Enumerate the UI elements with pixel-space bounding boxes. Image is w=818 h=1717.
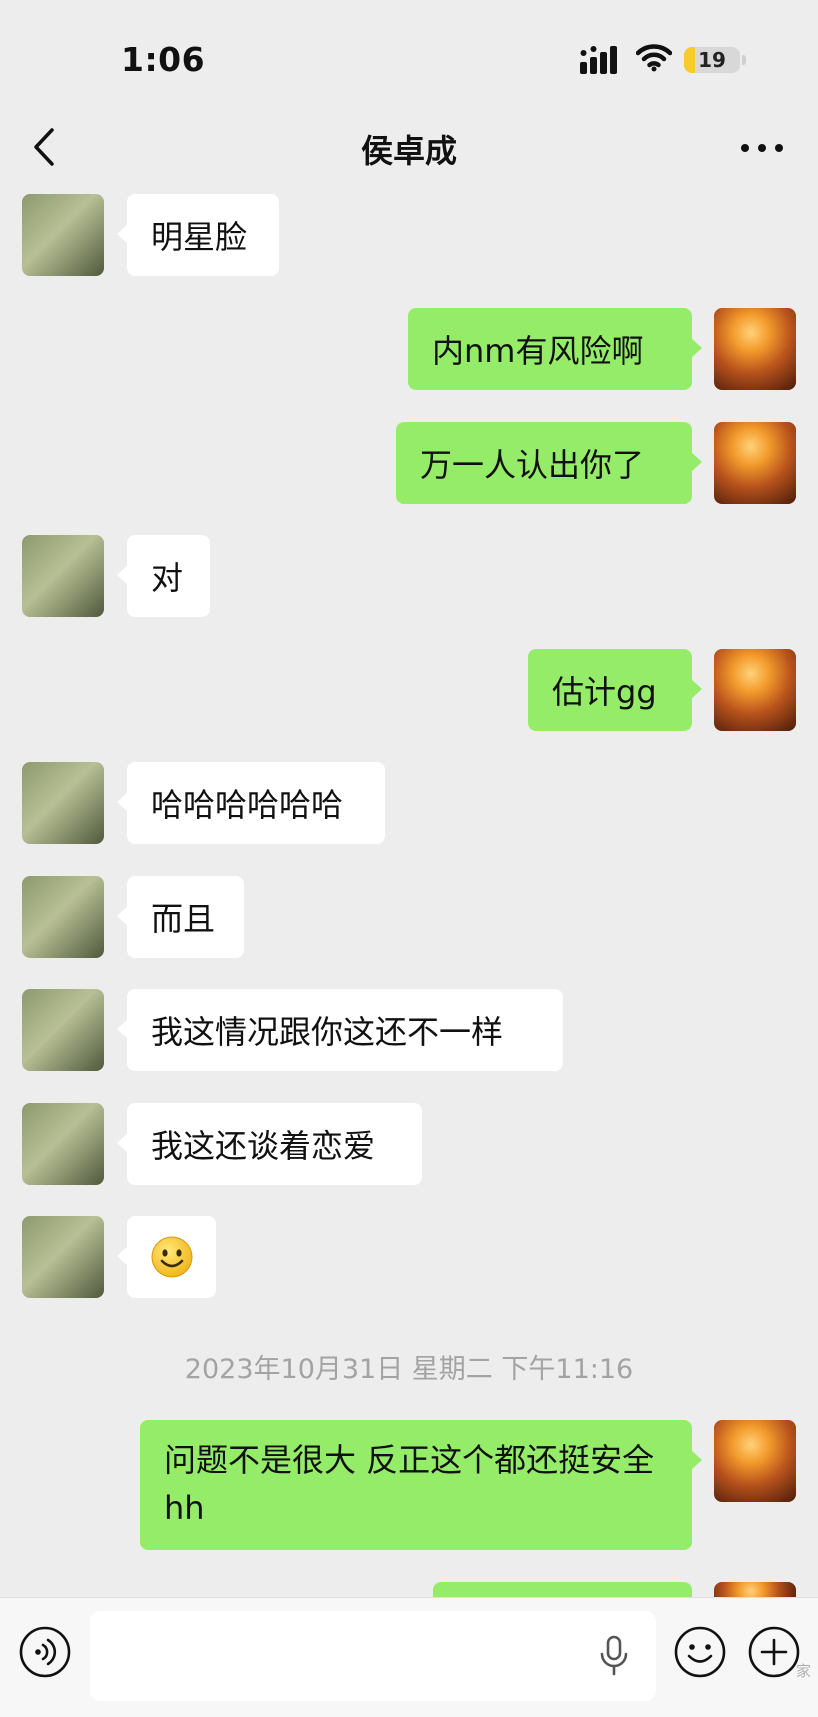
message-bubble-outgoing[interactable]: 估计gg bbox=[528, 649, 702, 731]
watermark-text: 家 bbox=[796, 1662, 812, 1680]
message-bubble-outgoing[interactable]: 万一人认出你了 bbox=[396, 422, 702, 504]
plus-button[interactable] bbox=[747, 1625, 801, 1683]
input-bar bbox=[0, 1597, 818, 1717]
user-avatar[interactable] bbox=[714, 422, 796, 504]
message-bubble-incoming[interactable] bbox=[117, 1216, 216, 1298]
wifi-icon bbox=[636, 44, 672, 72]
emoji-icon bbox=[674, 1626, 726, 1678]
plus-icon bbox=[748, 1626, 800, 1678]
status-bar: 1:06 19 bbox=[0, 0, 818, 110]
contact-avatar[interactable] bbox=[22, 1103, 104, 1185]
status-time: 1:06 bbox=[121, 40, 206, 79]
message-bubble-incoming[interactable]: 对 bbox=[117, 535, 210, 617]
message-input[interactable] bbox=[90, 1611, 656, 1701]
contact-avatar[interactable] bbox=[22, 1216, 104, 1298]
message-text: 明星脸 bbox=[151, 218, 248, 256]
message-text: 而且 bbox=[151, 900, 216, 938]
emoji-button[interactable] bbox=[673, 1625, 727, 1683]
message-text: 问题不是很大 反正这个都还挺安全hh bbox=[164, 1441, 655, 1527]
battery-indicator: 19 bbox=[684, 47, 740, 73]
message-bubble-incoming[interactable]: 我这还谈着恋爱 bbox=[117, 1103, 422, 1185]
message-text: 内nm有风险啊 bbox=[432, 332, 644, 370]
message-text: 哈哈哈哈哈哈 bbox=[151, 786, 344, 824]
message-bubble-incoming[interactable]: 而且 bbox=[117, 876, 244, 958]
microphone-icon[interactable] bbox=[598, 1634, 630, 1678]
battery-level: 19 bbox=[698, 48, 726, 72]
contact-avatar[interactable] bbox=[22, 762, 104, 844]
contact-avatar[interactable] bbox=[22, 194, 104, 276]
message-text: 我这还谈着恋爱 bbox=[151, 1127, 376, 1165]
message-bubble-incoming[interactable]: 我这情况跟你这还不一样 bbox=[117, 989, 563, 1071]
message-text: 万一人认出你了 bbox=[420, 446, 645, 484]
battery-cap bbox=[742, 55, 746, 65]
contact-avatar[interactable] bbox=[22, 989, 104, 1071]
message-bubble-incoming[interactable]: 哈哈哈哈哈哈 bbox=[117, 762, 385, 844]
more-button[interactable] bbox=[737, 128, 787, 168]
timestamp-divider: 2023年10月31日 星期二 下午11:16 bbox=[184, 1354, 634, 1385]
message-text: 估计gg bbox=[552, 673, 657, 711]
contact-avatar[interactable] bbox=[22, 535, 104, 617]
chat-title: 侯卓成 bbox=[360, 132, 457, 170]
user-avatar[interactable] bbox=[714, 649, 796, 731]
user-avatar[interactable] bbox=[714, 308, 796, 390]
cellular-signal-icon bbox=[580, 46, 617, 74]
contact-avatar[interactable] bbox=[22, 876, 104, 958]
message-bubble-outgoing[interactable]: 问题不是很大 反正这个都还挺安全hh bbox=[140, 1420, 702, 1550]
message-bubble-incoming[interactable]: 明星脸 bbox=[117, 194, 279, 276]
voice-icon bbox=[19, 1626, 71, 1678]
more-dots-icon bbox=[741, 144, 783, 152]
smile-emoji-icon bbox=[151, 1236, 192, 1278]
message-text: 我这情况跟你这还不一样 bbox=[151, 1013, 504, 1051]
message-bubble-outgoing[interactable]: 内nm有风险啊 bbox=[408, 308, 702, 390]
user-avatar[interactable] bbox=[714, 1420, 796, 1502]
message-text: 对 bbox=[151, 559, 184, 597]
voice-button[interactable] bbox=[18, 1625, 72, 1683]
nav-bar: 侯卓成 bbox=[0, 110, 818, 188]
